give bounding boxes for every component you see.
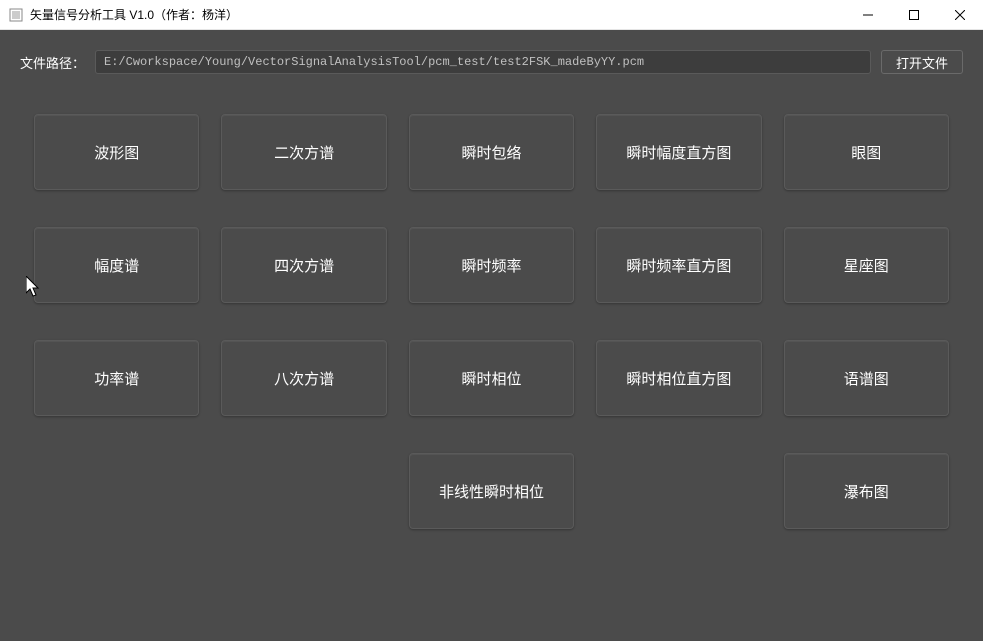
instant-phase-histogram-button[interactable]: 瞬时相位直方图: [596, 340, 761, 416]
file-path-label: 文件路径：: [20, 53, 85, 72]
power-spectrum-button[interactable]: 功率谱: [34, 340, 199, 416]
file-row: 文件路径： 打开文件: [20, 50, 963, 74]
eighth-spectrum-button[interactable]: 八次方谱: [221, 340, 386, 416]
app-body: 文件路径： 打开文件 波形图 二次方谱 瞬时包络 瞬时幅度直方图 眼图 幅度谱 …: [0, 30, 983, 641]
nonlinear-instant-phase-button[interactable]: 非线性瞬时相位: [409, 453, 574, 529]
titlebar: 矢量信号分析工具 V1.0（作者：杨洋）: [0, 0, 983, 30]
window-title: 矢量信号分析工具 V1.0（作者：杨洋）: [30, 6, 845, 23]
app-icon: [8, 7, 24, 23]
instant-phase-button[interactable]: 瞬时相位: [409, 340, 574, 416]
window-controls: [845, 0, 983, 29]
instant-frequency-button[interactable]: 瞬时频率: [409, 227, 574, 303]
spectrogram-button[interactable]: 语谱图: [784, 340, 949, 416]
constellation-button[interactable]: 星座图: [784, 227, 949, 303]
amplitude-spectrum-button[interactable]: 幅度谱: [34, 227, 199, 303]
instant-frequency-histogram-button[interactable]: 瞬时频率直方图: [596, 227, 761, 303]
instant-envelope-button[interactable]: 瞬时包络: [409, 114, 574, 190]
maximize-button[interactable]: [891, 0, 937, 29]
close-button[interactable]: [937, 0, 983, 29]
file-path-input[interactable]: [95, 50, 871, 74]
minimize-button[interactable]: [845, 0, 891, 29]
square-spectrum-button[interactable]: 二次方谱: [221, 114, 386, 190]
fourth-spectrum-button[interactable]: 四次方谱: [221, 227, 386, 303]
analysis-grid: 波形图 二次方谱 瞬时包络 瞬时幅度直方图 眼图 幅度谱 四次方谱 瞬时频率 瞬…: [20, 114, 963, 529]
waterfall-button[interactable]: 瀑布图: [784, 453, 949, 529]
open-file-button[interactable]: 打开文件: [881, 50, 963, 74]
waveform-button[interactable]: 波形图: [34, 114, 199, 190]
eye-diagram-button[interactable]: 眼图: [784, 114, 949, 190]
instant-amplitude-histogram-button[interactable]: 瞬时幅度直方图: [596, 114, 761, 190]
